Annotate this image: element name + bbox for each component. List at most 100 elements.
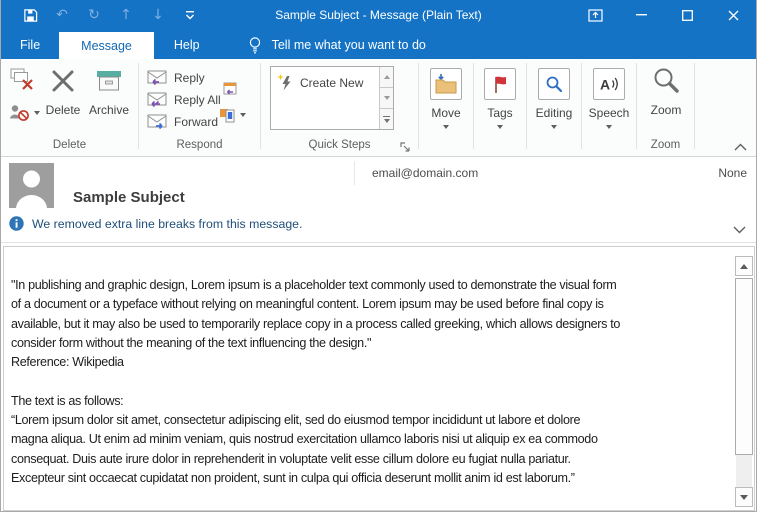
save-icon bbox=[23, 8, 38, 23]
ribbon-group-tags: Tags bbox=[474, 59, 526, 156]
body-line: "In publishing and graphic design, Lorem… bbox=[11, 276, 729, 295]
vertical-scrollbar bbox=[735, 256, 753, 507]
outlook-message-window: ↶ ↻ ↑ ↓ Sample Subject - Message (Plain … bbox=[0, 0, 757, 512]
redo-button[interactable]: ↻ bbox=[85, 6, 103, 24]
reply-icon bbox=[147, 70, 168, 86]
tab-file[interactable]: File bbox=[1, 30, 59, 59]
body-line: magna aliqua. Ut enim ad minim veniam, q… bbox=[11, 430, 729, 449]
find-magnifier-icon bbox=[545, 75, 563, 93]
scroll-down-button[interactable] bbox=[735, 487, 753, 507]
tags-button[interactable] bbox=[484, 68, 516, 100]
delete-button[interactable]: Delete bbox=[43, 64, 83, 117]
ignore-button[interactable] bbox=[9, 67, 34, 96]
message-body-text[interactable]: "In publishing and graphic design, Lorem… bbox=[11, 276, 729, 488]
ribbon-display-options-button[interactable] bbox=[572, 0, 618, 30]
ribbon-group-move: Move bbox=[419, 59, 473, 156]
more-respond-caret bbox=[240, 113, 246, 117]
tags-label: Tags bbox=[474, 106, 526, 120]
editing-dropdown-caret bbox=[527, 125, 581, 129]
next-item-button[interactable]: ↓ bbox=[149, 6, 167, 24]
move-button[interactable] bbox=[430, 68, 462, 100]
delete-group-label: Delete bbox=[1, 139, 138, 151]
ribbon-group-speech: A Speech bbox=[582, 59, 636, 156]
scrollbar-thumb[interactable] bbox=[735, 278, 753, 455]
meeting-button[interactable] bbox=[222, 81, 238, 102]
forward-button[interactable]: Forward bbox=[147, 114, 218, 130]
body-line: consequat. Duis aute irure dolor in repr… bbox=[11, 450, 729, 469]
tags-dropdown-caret bbox=[474, 125, 526, 129]
ribbon-group-zoom: Zoom Zoom bbox=[637, 59, 694, 156]
minimize-button[interactable] bbox=[618, 0, 664, 30]
body-line: Excepteur sint occaecat cupidatat non pr… bbox=[11, 469, 729, 488]
triangle-down-icon bbox=[384, 96, 390, 100]
more-bar bbox=[383, 116, 390, 118]
reply-all-button[interactable]: Reply All bbox=[147, 92, 221, 108]
gallery-more-button[interactable] bbox=[380, 108, 393, 129]
close-icon bbox=[728, 10, 739, 21]
editing-label: Editing bbox=[527, 106, 581, 120]
speech-dropdown-caret bbox=[582, 125, 636, 129]
ribbon-display-options-icon bbox=[588, 9, 603, 22]
maximize-icon bbox=[682, 10, 693, 21]
speech-button[interactable]: A bbox=[593, 68, 625, 100]
message-subject: Sample Subject bbox=[73, 189, 185, 206]
reply-all-label: Reply All bbox=[174, 93, 221, 107]
ribbon: Delete Archive Delete Reply Reply All Fo… bbox=[1, 59, 756, 157]
sender-avatar[interactable] bbox=[9, 163, 54, 208]
body-line: of a document or a typeface without rely… bbox=[11, 295, 729, 314]
lightbulb-icon bbox=[248, 36, 262, 54]
undo-button[interactable]: ↶ bbox=[53, 6, 71, 24]
chevron-down-icon bbox=[733, 226, 746, 234]
tab-help[interactable]: Help bbox=[154, 30, 220, 59]
body-line: available, but it may also be used to te… bbox=[11, 315, 729, 334]
maximize-button[interactable] bbox=[664, 0, 710, 30]
tab-message[interactable]: Message bbox=[59, 32, 154, 59]
person-icon bbox=[9, 163, 54, 208]
create-new-quick-step[interactable]: Create New bbox=[277, 74, 363, 91]
triangle-up-icon bbox=[384, 75, 390, 79]
junk-button[interactable] bbox=[9, 104, 40, 122]
gallery-scroll-down-button[interactable] bbox=[380, 87, 393, 108]
save-button[interactable] bbox=[21, 6, 39, 24]
reply-label: Reply bbox=[174, 71, 205, 85]
zoom-button[interactable]: Zoom bbox=[645, 64, 687, 117]
scroll-up-button[interactable] bbox=[735, 256, 753, 276]
expand-header-button[interactable] bbox=[733, 221, 746, 239]
close-button[interactable] bbox=[710, 0, 756, 30]
collapse-ribbon-button[interactable] bbox=[732, 141, 748, 153]
create-new-label: Create New bbox=[300, 76, 363, 90]
scrollbar-track[interactable] bbox=[736, 455, 752, 487]
archive-icon bbox=[95, 68, 123, 94]
message-body-area: "In publishing and graphic design, Lorem… bbox=[1, 243, 756, 512]
sender-email[interactable]: email@domain.com bbox=[372, 166, 478, 180]
delete-icon bbox=[50, 68, 76, 94]
customize-qat-button[interactable] bbox=[181, 6, 199, 24]
body-line: “Lorem ipsum dolor sit amet, consectetur… bbox=[11, 411, 729, 430]
ribbon-group-quick-steps: Create New Quick Steps bbox=[261, 59, 418, 156]
editing-button[interactable] bbox=[538, 68, 570, 100]
svg-text:A: A bbox=[600, 77, 610, 93]
respond-group-label: Respond bbox=[139, 139, 260, 151]
junk-sender-icon bbox=[9, 104, 30, 122]
im-phone-icon bbox=[219, 107, 236, 123]
zoom-button-label: Zoom bbox=[645, 103, 687, 117]
gallery-scroll-up-button[interactable] bbox=[380, 67, 393, 87]
tell-me-box[interactable]: Tell me what you want to do bbox=[248, 30, 426, 59]
message-header: Sample Subject email@domain.com None We … bbox=[1, 157, 756, 243]
quick-access-toolbar: ↶ ↻ ↑ ↓ bbox=[21, 6, 199, 24]
flag-status: None bbox=[718, 166, 747, 180]
zoom-group-label: Zoom bbox=[637, 139, 694, 151]
lightning-bolt-icon bbox=[277, 74, 293, 91]
quick-steps-gallery: Create New bbox=[270, 66, 394, 130]
meeting-icon bbox=[222, 81, 238, 97]
archive-button[interactable]: Archive bbox=[85, 64, 133, 117]
undo-icon: ↶ bbox=[56, 8, 68, 22]
more-respond-actions-button[interactable] bbox=[219, 107, 246, 123]
window-controls bbox=[572, 0, 756, 30]
titlebar: ↶ ↻ ↑ ↓ Sample Subject - Message (Plain … bbox=[1, 0, 756, 30]
dialog-launcher-icon bbox=[400, 142, 411, 153]
reply-button[interactable]: Reply bbox=[147, 70, 205, 86]
previous-item-button[interactable]: ↑ bbox=[117, 6, 135, 24]
chevron-up-icon bbox=[734, 143, 747, 151]
quick-steps-dialog-launcher[interactable] bbox=[400, 140, 412, 152]
